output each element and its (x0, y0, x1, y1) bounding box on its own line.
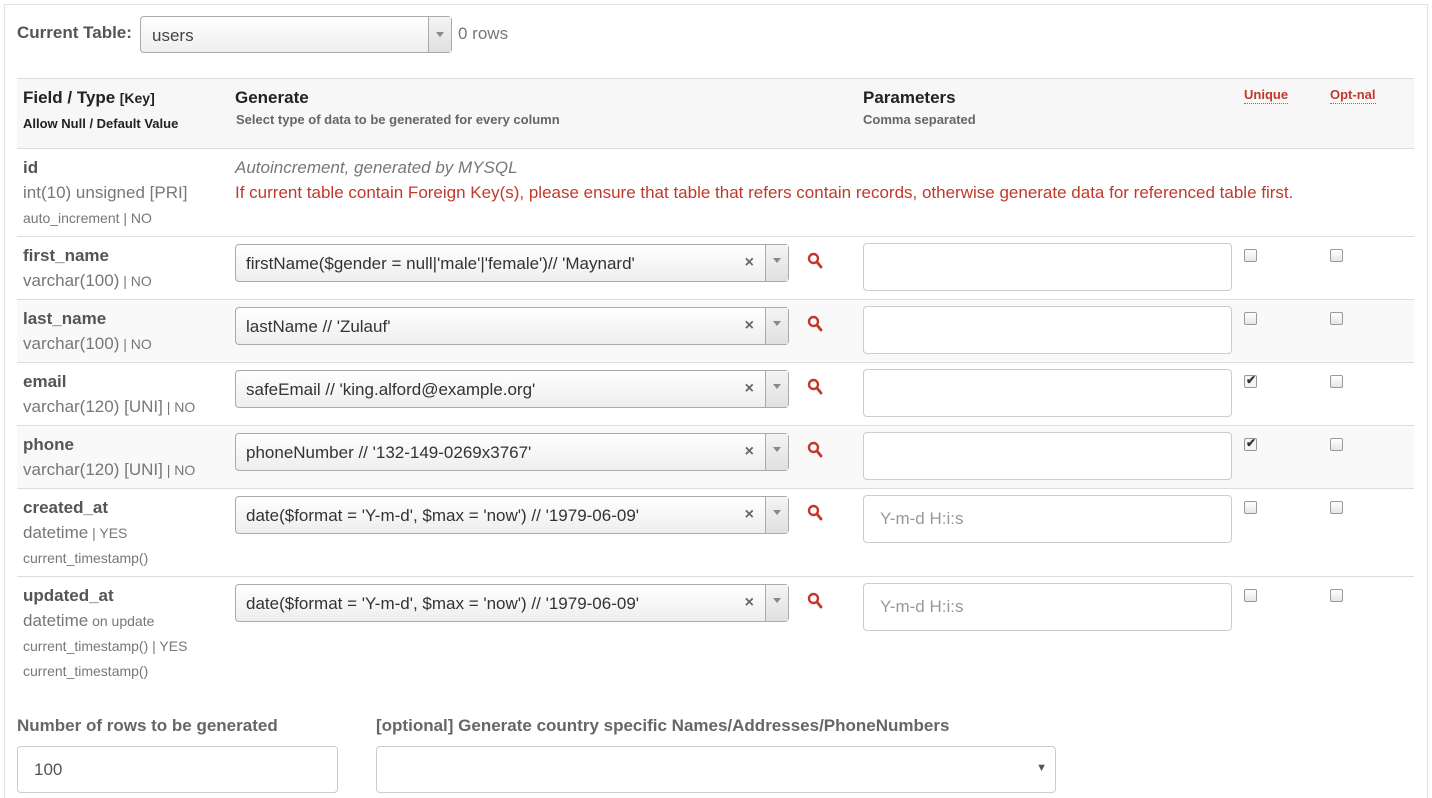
field-null: | NO (162, 399, 196, 415)
optional-checkbox[interactable] (1330, 249, 1343, 262)
clear-icon[interactable]: × (745, 254, 754, 272)
clear-icon[interactable]: × (745, 443, 754, 461)
row-count: 0 rows (458, 24, 509, 43)
field-null: | NO (119, 273, 152, 289)
header-key: [Key] (119, 90, 155, 106)
rows-count-input[interactable]: 100 (17, 746, 338, 793)
generator-select[interactable]: phoneNumber // '132-149-0269x3767' × (235, 433, 789, 471)
current-table-select[interactable]: users (140, 16, 452, 53)
clear-icon[interactable]: × (745, 317, 754, 335)
parameters-input[interactable]: Y-m-d H:i:s (863, 583, 1232, 631)
search-icon[interactable] (807, 252, 823, 270)
field-name: first_name (23, 246, 109, 265)
field-default: current_timestamp() (23, 550, 149, 566)
optional-checkbox[interactable] (1330, 501, 1343, 514)
field-type: varchar(120) [UNI] (23, 397, 163, 416)
parameters-input[interactable] (863, 243, 1232, 291)
field-type: varchar(120) [UNI] (23, 460, 163, 479)
clear-icon[interactable]: × (745, 594, 754, 612)
field-default: current_timestamp() (23, 663, 149, 679)
checkmark-icon: ✔ (1246, 373, 1257, 387)
field-type: int(10) unsigned [PRI] (23, 183, 188, 202)
parameters-input[interactable]: Y-m-d H:i:s (863, 495, 1232, 543)
chevron-down-icon[interactable] (765, 308, 788, 344)
search-icon[interactable] (807, 504, 823, 522)
parameters-input[interactable] (863, 306, 1232, 354)
header-optional[interactable]: Opt-nal (1330, 87, 1376, 104)
header-field-type: Field / Type (23, 88, 116, 107)
search-icon[interactable] (807, 592, 823, 610)
header-generate: Generate (235, 88, 309, 107)
header-allow-null: Allow Null / Default Value (23, 116, 179, 131)
unique-checkbox[interactable]: ✔ (1244, 436, 1257, 451)
generator-value: phoneNumber // '132-149-0269x3767' (246, 443, 532, 462)
chevron-down-icon[interactable] (765, 371, 788, 407)
unique-checkbox[interactable]: ✔ (1244, 373, 1257, 388)
field-null: | NO (162, 462, 196, 478)
autoincrement-note: Autoincrement, generated by MYSQL (235, 158, 518, 177)
field-on-update: on update (88, 613, 155, 629)
field-name: id (23, 158, 39, 177)
generator-select[interactable]: date($format = 'Y-m-d', $max = 'now') //… (235, 584, 789, 622)
checkmark-icon: ✔ (1246, 436, 1257, 450)
unique-checkbox[interactable] (1244, 249, 1257, 262)
chevron-down-icon[interactable] (765, 497, 788, 533)
field-default: current_timestamp() | YES (23, 638, 188, 654)
chevron-down-icon[interactable] (765, 434, 788, 470)
foreign-key-warning: If current table contain Foreign Key(s),… (235, 183, 1294, 202)
current-table-label: Current Table: (17, 23, 132, 42)
optional-checkbox[interactable] (1330, 438, 1343, 451)
chevron-down-icon[interactable] (765, 245, 788, 281)
field-null: | YES (88, 525, 128, 541)
unique-checkbox[interactable] (1244, 312, 1257, 325)
field-name: last_name (23, 309, 107, 328)
chevron-down-icon: ▼ (1036, 762, 1047, 774)
generator-value: date($format = 'Y-m-d', $max = 'now') //… (246, 594, 640, 613)
header-parameters: Parameters (863, 88, 956, 107)
clear-icon[interactable]: × (745, 380, 754, 398)
field-type: varchar(100) (23, 334, 120, 353)
generator-value: safeEmail // 'king.alford@example.org' (246, 380, 536, 399)
generator-select[interactable]: firstName($gender = null|'male'|'female'… (235, 244, 789, 282)
generator-select[interactable]: safeEmail // 'king.alford@example.org' × (235, 370, 789, 408)
generator-select[interactable]: date($format = 'Y-m-d', $max = 'now') //… (235, 496, 789, 534)
rows-count-label: Number of rows to be generated (17, 716, 278, 735)
current-table-value: users (152, 26, 194, 45)
field-type: varchar(100) (23, 271, 120, 290)
field-null: | NO (119, 336, 152, 352)
unique-checkbox[interactable] (1244, 501, 1257, 514)
field-name: phone (23, 435, 74, 454)
country-select[interactable]: ▼ (376, 746, 1056, 793)
search-icon[interactable] (807, 315, 823, 333)
chevron-down-icon[interactable] (428, 17, 451, 52)
generator-value: date($format = 'Y-m-d', $max = 'now') //… (246, 506, 640, 525)
generator-select[interactable]: lastName // 'Zulauf' × (235, 307, 789, 345)
parameters-input[interactable] (863, 432, 1232, 480)
header-parameters-sub: Comma separated (863, 112, 976, 127)
clear-icon[interactable]: × (745, 506, 754, 524)
unique-checkbox[interactable] (1244, 589, 1257, 602)
table-row-id: id int(10) unsigned [PRI] auto_increment… (17, 149, 1414, 237)
header-generate-sub: Select type of data to be generated for … (236, 112, 560, 127)
search-icon[interactable] (807, 378, 823, 396)
field-type: datetime (23, 611, 89, 630)
field-name: email (23, 372, 67, 391)
header-unique[interactable]: Unique (1244, 87, 1289, 104)
field-name: created_at (23, 498, 109, 517)
field-type: datetime (23, 523, 89, 542)
field-extra: auto_increment | NO (23, 210, 152, 226)
table-header: Field / Type [Key] Allow Null / Default … (17, 78, 1414, 149)
country-label: [optional] Generate country specific Nam… (376, 716, 950, 735)
search-icon[interactable] (807, 441, 823, 459)
parameters-input[interactable] (863, 369, 1232, 417)
generator-value: firstName($gender = null|'male'|'female'… (246, 254, 635, 273)
field-name: updated_at (23, 586, 114, 605)
optional-checkbox[interactable] (1330, 589, 1343, 602)
optional-checkbox[interactable] (1330, 312, 1343, 325)
generator-value: lastName // 'Zulauf' (246, 317, 391, 336)
chevron-down-icon[interactable] (765, 585, 788, 621)
optional-checkbox[interactable] (1330, 375, 1343, 388)
